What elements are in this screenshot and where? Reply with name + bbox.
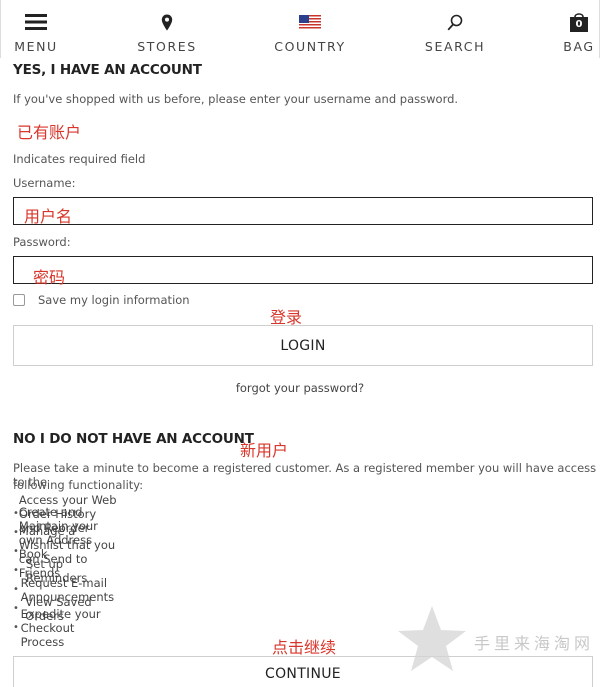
annotation-new-user: 新用户 [240, 441, 289, 460]
register-intro-line2: following functionality: [13, 478, 144, 492]
search-icon [423, 10, 487, 34]
annotation-password: 密码 [33, 268, 66, 287]
annotation-existing-account: 已有账户 [17, 123, 82, 142]
new-account-heading: NO I DO NOT HAVE AN ACCOUNT [13, 431, 254, 447]
nav-country-button[interactable]: COUNTRY [271, 10, 349, 54]
location-pin-icon [135, 10, 199, 34]
nav-menu-button[interactable]: MENU [13, 10, 59, 54]
nav-bag-label: BAG [563, 39, 595, 54]
existing-account-heading: YES, I HAVE AN ACCOUNT [13, 62, 202, 78]
password-input[interactable] [14, 257, 592, 283]
password-field[interactable] [13, 256, 593, 284]
hamburger-icon [13, 10, 59, 34]
username-field[interactable] [13, 197, 593, 225]
nav-search-label: SEARCH [424, 39, 486, 54]
remember-login-checkbox[interactable] [13, 294, 25, 306]
existing-account-intro: If you've shopped with us before, please… [13, 92, 459, 106]
watermark: 手里来海淘网 [396, 604, 596, 674]
required-field-note: Indicates required field [13, 152, 146, 166]
bag-count-badge: 0 [575, 19, 583, 30]
remember-login-label: Save my login information [38, 293, 190, 307]
nav-country-label: COUNTRY [274, 39, 346, 54]
forgot-password-link[interactable]: forgot your password? [0, 381, 600, 395]
star-watermark-icon [398, 606, 466, 671]
password-label: Password: [13, 235, 71, 249]
nav-search-button[interactable]: SEARCH [423, 10, 487, 54]
feature-list: • Access your Web Order History and Reord… [13, 493, 121, 649]
nav-stores-label: STORES [137, 39, 197, 54]
annotation-username: 用户名 [24, 207, 73, 226]
username-input[interactable] [14, 198, 592, 224]
us-flag-icon [271, 10, 349, 34]
nav-menu-label: MENU [14, 39, 58, 54]
username-label: Username: [13, 176, 76, 190]
annotation-continue: 点击继续 [272, 638, 337, 657]
nav-stores-button[interactable]: STORES [135, 10, 199, 54]
top-navigation: MENU STORES COUNTRY SEARCH 0 BAG [0, 0, 600, 58]
nav-bag-button[interactable]: 0 BAG [559, 10, 599, 54]
shopping-bag-icon: 0 [559, 10, 599, 34]
list-item: • Expedite your Checkout Process [13, 606, 101, 649]
login-button[interactable]: LOGIN [13, 325, 593, 366]
watermark-text: 手里来海淘网 [474, 634, 595, 653]
